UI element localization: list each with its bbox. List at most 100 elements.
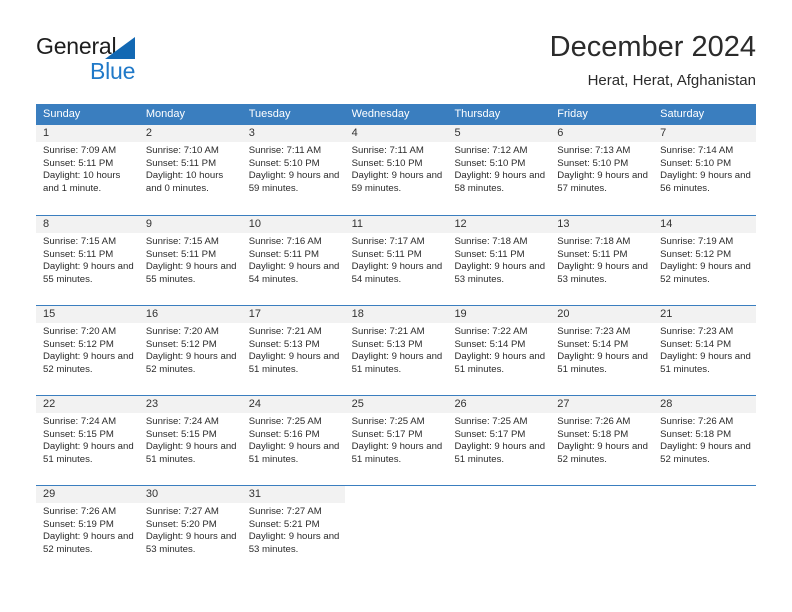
sunrise-text: Sunrise: 7:12 AM (454, 145, 528, 156)
day-cell[interactable]: 17 Sunrise: 7:21 AM Sunset: 5:13 PM Dayligh… (241, 306, 345, 395)
sunset-text: Sunset: 5:11 PM (248, 248, 319, 260)
sunset-text: Sunset: 5:14 PM (660, 338, 732, 350)
day-cell[interactable]: 9 Sunrise: 7:15 AM Sunset: 5:11 PM Daylight… (138, 216, 242, 305)
dow-friday: Friday (557, 108, 588, 120)
dow-wednesday: Wednesday (351, 108, 410, 120)
sunrise-text: Sunrise: 7:15 AM (145, 236, 219, 247)
daylight-text: Daylight: 9 hours and 51 minutes. (454, 441, 546, 465)
dow-thursday: Thursday (454, 108, 501, 120)
day-details: Sunrise: 7:26 AM Sunset: 5:18 PM Daylight:… (550, 413, 653, 466)
page-title: December 2024 (549, 31, 756, 63)
sunrise-text: Sunrise: 7:22 AM (454, 326, 528, 337)
day-cell[interactable]: 22 Sunrise: 7:24 AM Sunset: 5:15 PM Dayligh… (36, 396, 139, 485)
day-cell[interactable]: 12 Sunrise: 7:18 AM Sunset: 5:11 PM Dayligh… (447, 216, 551, 305)
week-row: 22 Sunrise: 7:24 AM Sunset: 5:15 PM Dayligh… (36, 395, 757, 485)
day-cell[interactable]: 7 Sunrise: 7:14 AM Sunset: 5:10 PM Daylight… (653, 125, 757, 215)
title-block: December 2024 Herat, Herat, Afghanistan (550, 30, 756, 91)
sunset-text: Sunset: 5:11 PM (43, 248, 114, 260)
day-details: Sunrise: 7:10 AM Sunset: 5:11 PM Daylight:… (139, 142, 242, 195)
day-number: 7 (653, 125, 757, 142)
sunrise-text: Sunrise: 7:16 AM (248, 236, 322, 247)
day-cell[interactable]: 4 Sunrise: 7:11 AM Sunset: 5:10 PM Daylight… (344, 125, 448, 215)
day-cell[interactable]: 2 Sunrise: 7:10 AM Sunset: 5:11 PM Daylight… (138, 125, 242, 215)
daylight-text: Daylight: 9 hours and 56 minutes. (660, 170, 751, 194)
sunset-text: Sunset: 5:15 PM (145, 428, 217, 440)
day-details: Sunrise: 7:11 AM Sunset: 5:10 PM Daylight:… (345, 142, 448, 195)
day-cell[interactable]: 8 Sunrise: 7:15 AM Sunset: 5:11 PM Daylight… (36, 216, 139, 305)
sunrise-text: Sunrise: 7:13 AM (557, 145, 631, 156)
day-cell[interactable]: 18 Sunrise: 7:21 AM Sunset: 5:13 PM Dayligh… (344, 306, 448, 395)
week-row: 29 Sunrise: 7:26 AM Sunset: 5:19 PM Dayligh… (36, 485, 757, 575)
sunset-text: Sunset: 5:16 PM (248, 428, 320, 440)
day-number (550, 486, 654, 503)
day-details: Sunrise: 7:19 AM Sunset: 5:12 PM Daylight:… (653, 233, 756, 286)
sunrise-text: Sunrise: 7:09 AM (43, 145, 117, 156)
day-number: 25 (344, 396, 448, 413)
day-cell[interactable]: 20 Sunrise: 7:23 AM Sunset: 5:14 PM Dayligh… (550, 306, 654, 395)
sunrise-text: Sunrise: 7:23 AM (557, 326, 631, 337)
daylight-text: Daylight: 9 hours and 54 minutes. (351, 261, 443, 285)
sunset-text: Sunset: 5:12 PM (43, 338, 114, 350)
daylight-text: Daylight: 9 hours and 59 minutes. (248, 170, 340, 194)
day-cell[interactable]: 29 Sunrise: 7:26 AM Sunset: 5:19 PM Dayligh… (36, 486, 139, 575)
day-cell[interactable]: 27 Sunrise: 7:26 AM Sunset: 5:18 PM Dayligh… (550, 396, 654, 485)
week-row: 8 Sunrise: 7:15 AM Sunset: 5:11 PM Daylight… (36, 215, 757, 305)
daylight-text: Daylight: 9 hours and 55 minutes. (145, 261, 237, 285)
sunset-text: Sunset: 5:12 PM (660, 248, 732, 260)
day-of-week-header: Sunday Monday Tuesday Wednesday Thursday… (36, 104, 756, 125)
sunrise-text: Sunrise: 7:25 AM (454, 416, 528, 427)
day-cell[interactable]: 16 Sunrise: 7:20 AM Sunset: 5:12 PM Dayligh… (138, 306, 242, 395)
day-cell[interactable]: 5 Sunrise: 7:12 AM Sunset: 5:10 PM Daylight… (447, 125, 551, 215)
sunset-text: Sunset: 5:15 PM (43, 428, 114, 440)
day-cell[interactable]: 10 Sunrise: 7:16 AM Sunset: 5:11 PM Dayligh… (241, 216, 345, 305)
day-cell[interactable]: 21 Sunrise: 7:23 AM Sunset: 5:14 PM Dayligh… (653, 306, 757, 395)
day-cell[interactable]: 15 Sunrise: 7:20 AM Sunset: 5:12 PM Dayligh… (36, 306, 139, 395)
daylight-text: Daylight: 9 hours and 54 minutes. (248, 261, 340, 285)
day-cell[interactable]: 23 Sunrise: 7:24 AM Sunset: 5:15 PM Dayligh… (138, 396, 242, 485)
day-number: 14 (653, 216, 757, 233)
day-details: Sunrise: 7:25 AM Sunset: 5:17 PM Daylight:… (345, 413, 448, 466)
day-details: Sunrise: 7:12 AM Sunset: 5:10 PM Daylight:… (447, 142, 550, 195)
day-cell[interactable]: 19 Sunrise: 7:22 AM Sunset: 5:14 PM Dayligh… (447, 306, 551, 395)
day-number: 8 (36, 216, 139, 233)
day-cell[interactable]: 1 Sunrise: 7:09 AM Sunset: 5:11 PM Daylight… (36, 125, 139, 215)
day-number: 2 (138, 125, 242, 142)
sunrise-text: Sunrise: 7:18 AM (557, 236, 631, 247)
daylight-text: Daylight: 9 hours and 51 minutes. (660, 351, 751, 375)
daylight-text: Daylight: 9 hours and 51 minutes. (454, 351, 546, 375)
page-subtitle: Herat, Herat, Afghanistan (587, 72, 756, 89)
sunset-text: Sunset: 5:18 PM (660, 428, 732, 440)
sunrise-text: Sunrise: 7:26 AM (660, 416, 734, 427)
day-details: Sunrise: 7:21 AM Sunset: 5:13 PM Daylight:… (242, 323, 345, 376)
day-cell[interactable]: 26 Sunrise: 7:25 AM Sunset: 5:17 PM Dayligh… (447, 396, 551, 485)
day-cell-empty (550, 486, 654, 575)
day-details: Sunrise: 7:24 AM Sunset: 5:15 PM Daylight:… (36, 413, 139, 466)
sunrise-text: Sunrise: 7:27 AM (248, 506, 322, 517)
day-details: Sunrise: 7:21 AM Sunset: 5:13 PM Daylight:… (345, 323, 448, 376)
daylight-text: Daylight: 9 hours and 53 minutes. (557, 261, 648, 285)
sunrise-text: Sunrise: 7:19 AM (660, 236, 734, 247)
day-cell[interactable]: 24 Sunrise: 7:25 AM Sunset: 5:16 PM Dayligh… (241, 396, 345, 485)
day-cell[interactable]: 3 Sunrise: 7:11 AM Sunset: 5:10 PM Daylight… (241, 125, 345, 215)
day-details: Sunrise: 7:20 AM Sunset: 5:12 PM Daylight:… (139, 323, 242, 376)
week-row: 1 Sunrise: 7:09 AM Sunset: 5:11 PM Daylight… (36, 125, 757, 215)
day-cell[interactable]: 28 Sunrise: 7:26 AM Sunset: 5:18 PM Dayligh… (653, 396, 757, 485)
day-cell[interactable]: 31 Sunrise: 7:27 AM Sunset: 5:21 PM Dayligh… (241, 486, 345, 575)
day-cell[interactable]: 11 Sunrise: 7:17 AM Sunset: 5:11 PM Dayligh… (344, 216, 448, 305)
sunrise-text: Sunrise: 7:23 AM (660, 326, 734, 337)
sunrise-text: Sunrise: 7:20 AM (145, 326, 219, 337)
daylight-text: Daylight: 9 hours and 52 minutes. (660, 261, 751, 285)
daylight-text: Daylight: 9 hours and 52 minutes. (145, 351, 237, 375)
day-cell[interactable]: 25 Sunrise: 7:25 AM Sunset: 5:17 PM Dayligh… (344, 396, 448, 485)
day-number: 26 (447, 396, 551, 413)
sunrise-text: Sunrise: 7:20 AM (43, 326, 117, 337)
day-cell[interactable]: 6 Sunrise: 7:13 AM Sunset: 5:10 PM Daylight… (550, 125, 654, 215)
day-cell[interactable]: 14 Sunrise: 7:19 AM Sunset: 5:12 PM Dayligh… (653, 216, 757, 305)
day-details: Sunrise: 7:25 AM Sunset: 5:16 PM Daylight:… (242, 413, 345, 466)
day-number: 29 (36, 486, 139, 503)
day-cell[interactable]: 13 Sunrise: 7:18 AM Sunset: 5:11 PM Dayligh… (550, 216, 654, 305)
day-cell[interactable]: 30 Sunrise: 7:27 AM Sunset: 5:20 PM Dayligh… (138, 486, 242, 575)
day-number: 15 (36, 306, 139, 323)
dow-sunday: Sunday (43, 108, 81, 120)
brand-logo[interactable]: General Blue (36, 33, 246, 89)
